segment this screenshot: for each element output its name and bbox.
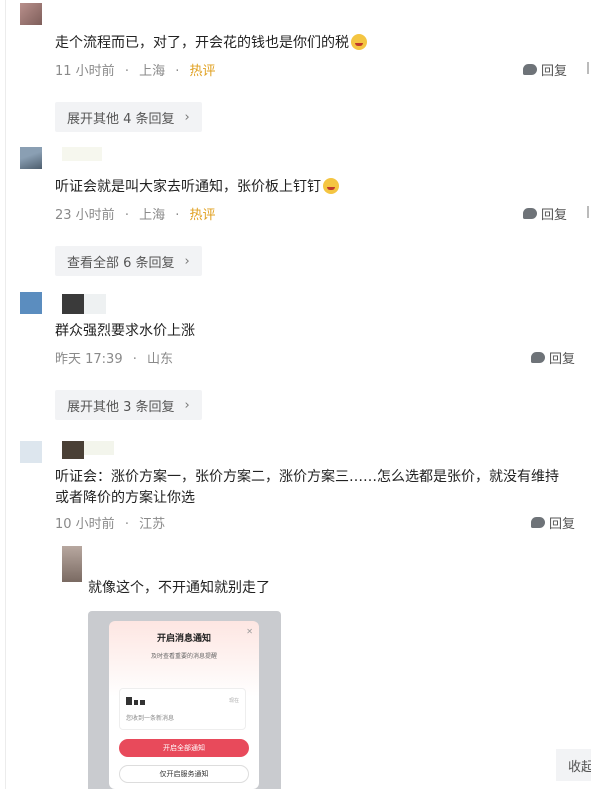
expand-replies-button[interactable]: 查看全部 6 条回复 › [55,246,202,276]
redacted-text [134,700,138,705]
hot-badge: 热评 [189,64,216,79]
comment-time: 23 小时前 [55,208,115,223]
chevron-right-icon: › [184,109,190,125]
comment-time: 11 小时前 [55,64,115,79]
enable-service-button: 仅开启服务通知 [119,765,249,783]
avatar[interactable] [20,3,42,25]
hot-badge: 热评 [189,208,216,223]
sub-reply-avatar[interactable] [62,546,82,582]
comment-location: 上海 [139,208,166,223]
comment-bubble-icon [523,64,537,75]
comment-bubble-icon [531,352,545,363]
comment-location: 江苏 [139,517,166,532]
modal-subtitle: 及时查看重要的消息提醒 [150,653,217,660]
sub-reply-text: 就像这个，不开通知就别走了 [88,580,270,596]
notification-time: 现在 [228,698,239,704]
avatar[interactable] [20,292,42,314]
notification-text: 您收到一条新消息 [126,715,175,722]
comment-meta: 昨天 17:39 · 山东 [55,352,174,367]
avatar[interactable] [20,441,42,463]
sample-notification: 现在 您收到一条新消息 [119,688,246,730]
comment-text: 群众强烈要求水价上涨 [55,323,195,339]
comment-meta: 10 小时前 · 江苏 [55,517,166,532]
comment-text-line: 或者降价的方案让你选 [55,490,195,506]
comment-time: 10 小时前 [55,517,115,532]
more-options-icon[interactable] [587,62,591,74]
reply-button[interactable]: 回复 [523,60,567,79]
redacted-text [140,700,145,705]
comment-text: 听证会就是叫大家去听通知，张价板上钉钉 [55,176,339,198]
thread-left-border [5,0,6,789]
comment-bubble-icon [531,517,545,528]
expand-replies-button[interactable]: 展开其他 4 条回复 › [55,102,202,132]
reply-button[interactable]: 回复 [531,348,575,367]
blush-emoji-icon [351,34,367,50]
comment-location: 山东 [147,352,174,367]
username-blurred [62,441,84,459]
comment-meta: 11 小时前 · 上海 · 热评 [55,64,216,79]
expand-replies-button[interactable]: 展开其他 3 条回复 › [55,390,202,420]
chevron-right-icon: › [184,253,190,269]
comment-location: 上海 [139,64,166,79]
enable-all-button: 开启全部通知 [119,739,249,757]
username-blurred [62,147,102,161]
comment-text: 走个流程而已，对了，开会花的钱也是你们的税 [55,32,367,54]
more-options-icon[interactable] [587,206,591,218]
comment-text-line: 听证会：涨价方案一，张价方案二，涨价方案三……怎么选都是张价，就没有维持 [55,469,559,485]
notification-permission-modal: ✕ 开启消息通知 及时查看重要的消息提醒 现在 您收到一条新消息 开启全部通知 … [109,621,259,789]
chevron-right-icon: › [184,397,190,413]
collapse-button[interactable]: 收起 [556,749,591,781]
reply-button[interactable]: 回复 [523,204,567,223]
reply-button[interactable]: 回复 [531,513,575,532]
laugh-emoji-icon [323,178,339,194]
redacted-text [126,697,132,705]
avatar[interactable] [20,147,42,169]
modal-title: 开启消息通知 [156,634,211,644]
username-blurred [62,294,84,314]
username-blurred [84,441,114,455]
comment-meta: 23 小时前 · 上海 · 热评 [55,208,216,223]
comment-time: 昨天 17:39 [55,352,123,367]
attached-screenshot[interactable]: ✕ 开启消息通知 及时查看重要的消息提醒 现在 您收到一条新消息 开启全部通知 … [88,611,281,789]
comment-bubble-icon [523,208,537,219]
username-blurred [84,294,106,314]
